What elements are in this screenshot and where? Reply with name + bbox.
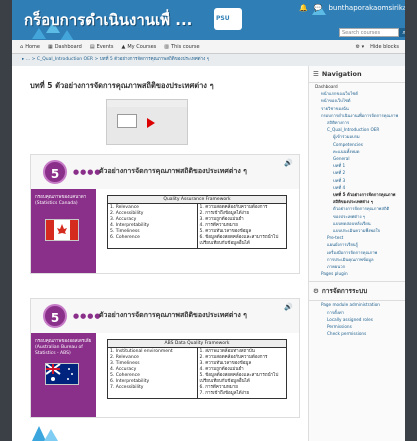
navigation-tree: Dashboard หน้าแรกของเว็บไซต์ หน้าของเว็บไซ…: [309, 83, 405, 277]
dashboard-icon: ▦: [47, 43, 53, 50]
quality-table-title: ABS Data Quality Framework: [108, 340, 286, 348]
tree-item[interactable]: ผู้เข้าร่วมอบรม: [309, 133, 405, 140]
site-logo[interactable]: PSU: [214, 8, 242, 30]
slide-canada: 5 ●●●● ตัวอย่างการจัดการคุณภาพสถิติของปร…: [30, 154, 300, 274]
australia-flag-icon: [45, 363, 79, 385]
tree-item[interactable]: Pre-test: [309, 234, 405, 241]
thai-column: 1. สภาพแวดล้อมทางสถาบัน 2. ความสอดคล้องก…: [196, 348, 287, 398]
site-banner: กร็อบการดำเนินงานเพื่ ... PSU 🔔 💬 buntha…: [12, 0, 405, 40]
tree-item[interactable]: ภาคผนวก: [309, 263, 405, 270]
play-icon[interactable]: [147, 118, 155, 128]
tree-item[interactable]: บทที่ 1: [309, 162, 405, 169]
tree-item[interactable]: General: [309, 155, 405, 162]
tree-item[interactable]: เครื่องมือการจัดการคุณภาพ: [309, 249, 405, 256]
tree-item[interactable]: บทที่ 3: [309, 177, 405, 184]
breadcrumb[interactable]: ▸ … > C_Qual_Introduction OER > บทที่ 5 …: [12, 54, 405, 66]
page-title: บทที่ 5 ตัวอย่างการจัดการคุณภาพสถิติของป…: [30, 81, 214, 90]
user-menu[interactable]: bunthaporakaomsirikara: [328, 4, 405, 12]
tree-item[interactable]: หน้าของเว็บไซต์: [309, 97, 405, 104]
hide-blocks-button[interactable]: Hide blocks: [370, 44, 399, 50]
tree-item[interactable]: แบบประเมินความพึงพอใจ: [309, 227, 405, 234]
tree-item[interactable]: แบบทดสอบหลังเรียน: [309, 220, 405, 227]
tree-item[interactable]: สถิติของประเทศต่าง ๆ: [309, 198, 405, 205]
slide-number-badge: 5: [43, 160, 67, 184]
nav-my-courses[interactable]: ▲ My Courses: [122, 44, 157, 50]
tree-item[interactable]: รายวิชาของฉัน: [309, 105, 405, 112]
canada-flag-icon: [45, 219, 79, 241]
nav-events[interactable]: ▤ Events: [90, 44, 114, 50]
tree-item[interactable]: ตัวอย่างการจัดการคุณภาพสถิติ: [309, 205, 405, 212]
english-column: 1. Institutional environment 2. Relevanc…: [110, 349, 173, 390]
settings-menu[interactable]: ⚙ ▾: [356, 44, 365, 50]
search-input[interactable]: Search courses: [339, 28, 399, 37]
tree-item[interactable]: คะแนนทั้งหมด: [309, 148, 405, 155]
tree-item[interactable]: Page module administration: [309, 301, 405, 308]
course-icon: ▥: [164, 43, 170, 50]
country-panel: กรอบคุณภาพของออสเตรเลีย (Australian Bure…: [31, 333, 96, 417]
tree-item[interactable]: Check permissions: [309, 330, 405, 337]
nav-home[interactable]: ⌂ Home: [20, 44, 40, 50]
mortarboard-icon: ▲: [121, 43, 126, 50]
quality-table-title: Quality Assurance Framework: [108, 196, 286, 204]
left-scroll-rail: [0, 0, 12, 441]
country-panel: กรอบคุณภาพของแคนาดา (Statistics Canada): [31, 189, 96, 273]
tree-item[interactable]: หน้าแรกของเว็บไซต์: [309, 90, 405, 97]
nav-this-course[interactable]: ▥ This course: [164, 44, 199, 50]
country-panel-text: กรอบคุณภาพของออสเตรเลีย (Australian Bure…: [35, 339, 92, 356]
english-column: 1. Relevance 2. Accessibility 3. Accurac…: [110, 205, 150, 240]
nav-dashboard[interactable]: ▦ Dashboard: [48, 44, 82, 50]
decorative-triangles: [32, 426, 58, 441]
slide-number-badge: 5: [43, 304, 67, 328]
slide-title: ตัวอย่างการจัดการคุณภาพสถิติของประเทศต่า…: [99, 167, 247, 175]
quality-table: ABS Data Quality Framework 1. Institutio…: [107, 339, 287, 399]
navbar-right: ⚙ ▾ Hide blocks: [356, 44, 399, 50]
bell-icon[interactable]: 🔔: [299, 4, 308, 12]
video-player[interactable]: [106, 99, 188, 145]
page-content: บทที่ 5 ตัวอย่างการจัดการคุณภาพสถิติของป…: [12, 66, 405, 441]
tree-item[interactable]: บทที่ 4: [309, 184, 405, 191]
slide-australia: 5 ●●●● ตัวอย่างการจัดการคุณภาพสถิติของปร…: [30, 298, 300, 418]
moodle-page: กร็อบการดำเนินงานเพื่ ... PSU 🔔 💬 buntha…: [0, 0, 417, 441]
sidebar: ☰ Navigation Dashboard หน้าแรกของเว็บไซต์…: [308, 66, 405, 441]
slide-dots: ●●●●: [73, 168, 102, 176]
logo-text: PSU: [216, 15, 230, 22]
tree-item[interactable]: บทที่ 5 ตัวอย่างการจัดการคุณภาพ: [309, 191, 405, 198]
navigation-icon: ☰: [313, 70, 319, 78]
main-region: บทที่ 5 ตัวอย่างการจัดการคุณภาพสถิติของป…: [12, 66, 304, 441]
tree-item[interactable]: Permissions: [309, 323, 405, 330]
tree-item[interactable]: กรอบการดำเนินงานเพื่อการจัดการคุณภาพ: [309, 112, 405, 119]
tree-item[interactable]: สถิติทางการ: [309, 119, 405, 126]
course-title: กร็อบการดำเนินงานเพื่ ...: [24, 11, 193, 29]
tree-item[interactable]: การตั้งค่า: [309, 309, 405, 316]
gear-icon: ⚙: [313, 287, 319, 296]
tree-item[interactable]: บทที่ 2: [309, 169, 405, 176]
admin-tree: Page module administration การตั้งค่า Loca…: [309, 301, 405, 337]
slide-dots: ●●●●: [73, 312, 102, 320]
country-panel-text: กรอบคุณภาพของแคนาดา (Statistics Canada): [35, 195, 87, 206]
speaker-icon[interactable]: 🔊: [284, 303, 293, 311]
navigation-block-title: ☰ Navigation: [309, 66, 405, 83]
tree-item[interactable]: Dashboard: [309, 83, 405, 90]
quality-table: Quality Assurance Framework 1. Relevance…: [107, 195, 287, 249]
admin-block-title: ⚙ การจัดการระบบ: [309, 282, 405, 302]
tree-item[interactable]: C_Qual_Introduction OER: [309, 126, 405, 133]
search-button[interactable]: ⌕: [399, 28, 405, 37]
tree-item[interactable]: แผนผังการเรียนรู้: [309, 241, 405, 248]
thai-column: 1. ความสอดคล้องกับความต้องการ 2. การเข้า…: [196, 204, 287, 248]
video-title-bar: [107, 100, 187, 107]
top-icons: 🔔 💬 bunthaporakaomsirikara: [299, 4, 405, 12]
tree-item[interactable]: การประเมินคุณภาพข้อมูล: [309, 256, 405, 263]
slide-title: ตัวอย่างการจัดการคุณภาพสถิติของประเทศต่า…: [99, 311, 247, 319]
tree-item[interactable]: Competencies: [309, 141, 405, 148]
tree-item[interactable]: Locally assigned roles: [309, 316, 405, 323]
chat-icon[interactable]: 💬: [314, 4, 323, 12]
speaker-icon[interactable]: 🔊: [284, 159, 293, 167]
calendar-icon: ▤: [89, 43, 95, 50]
right-scroll-rail[interactable]: [405, 0, 417, 441]
korea-flag-icon: [117, 114, 137, 128]
tree-item[interactable]: Pages plugin: [309, 270, 405, 277]
top-navbar: ⌂ Home ▦ Dashboard ▤ Events ▲ My Courses ▥ Th…: [12, 40, 405, 54]
home-icon: ⌂: [20, 43, 24, 50]
tree-item[interactable]: ของประเทศต่าง ๆ: [309, 213, 405, 220]
